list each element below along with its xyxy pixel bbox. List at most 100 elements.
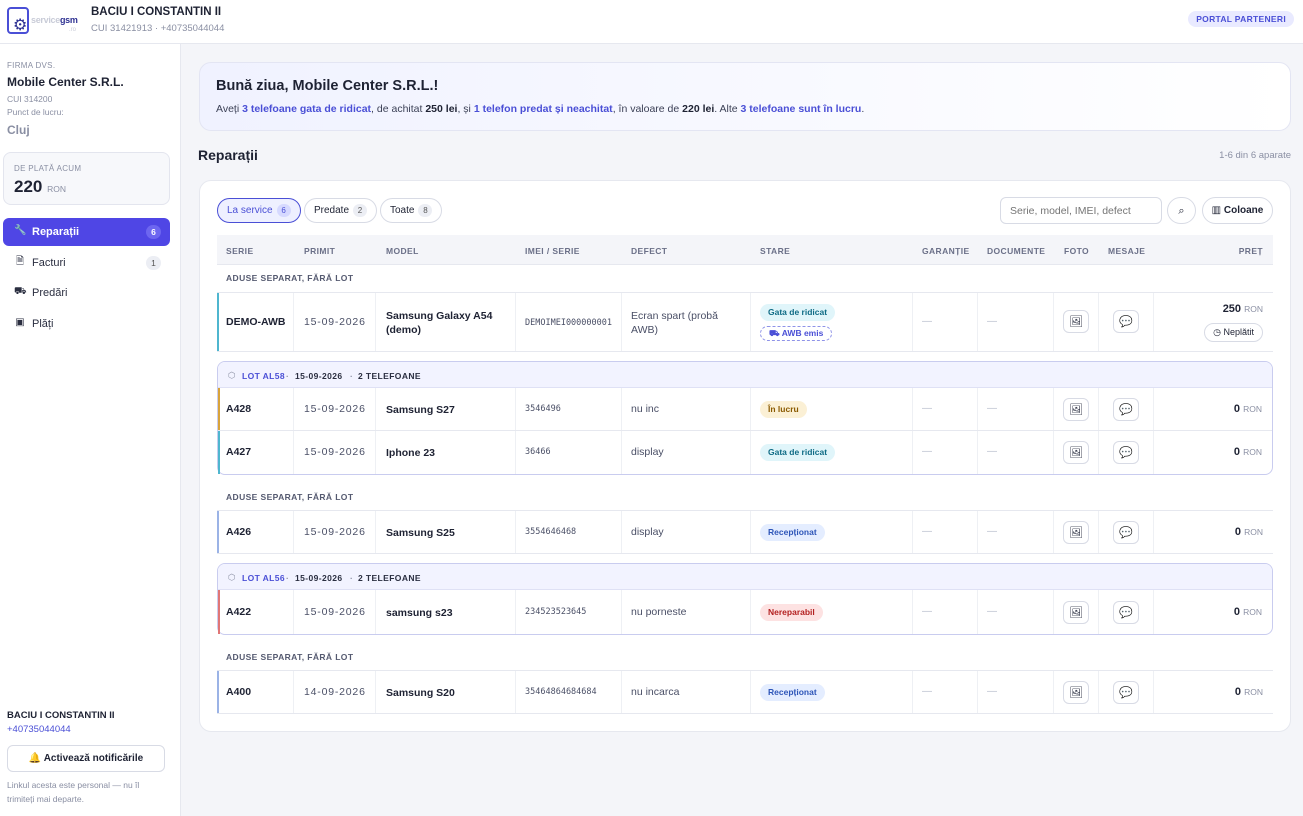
col-pret[interactable]: PREȚ xyxy=(1239,246,1263,256)
received-date: 15-09-2026 xyxy=(304,606,366,618)
separate-group-label: ADUSE SEPARAT, FĂRĂ LOT xyxy=(226,492,354,502)
image-icon: 🖼 xyxy=(1069,686,1083,699)
table-row[interactable]: DEMO-AWB 15-09-2026 Samsung Galaxy A54 (… xyxy=(217,292,1273,352)
image-icon: 🖼 xyxy=(1069,526,1083,539)
unpaid-badge[interactable]: ◷ Neplătit xyxy=(1204,323,1263,342)
amount-due-value: 220 RON xyxy=(14,177,66,196)
documents: — xyxy=(987,316,997,327)
col-documente[interactable]: DOCUMENTE xyxy=(987,246,1045,256)
nav-item-plati[interactable]: ▣ Plăți xyxy=(3,310,170,338)
search-input[interactable] xyxy=(1000,197,1162,224)
nav-item-predari[interactable]: ⛟ Predări xyxy=(3,279,170,307)
truck-icon: ⛟ xyxy=(769,329,780,339)
photo-button[interactable]: 🖼 xyxy=(1063,441,1089,464)
table-row[interactable]: A422 15-09-2026 samsung s23 234523523645… xyxy=(218,590,1272,634)
warranty: — xyxy=(922,686,932,697)
defect: Ecran spart (probă AWB) xyxy=(631,310,718,336)
invoice-icon: 🗎 xyxy=(15,256,25,267)
nav-label: Plăți xyxy=(32,318,54,330)
messages-button[interactable]: 💬 xyxy=(1113,398,1139,421)
firm-label: FIRMA DVS. xyxy=(7,61,56,70)
in-progress-link[interactable]: 3 telefoane sunt în lucru xyxy=(741,103,862,115)
photo-button[interactable]: 🖼 xyxy=(1063,601,1089,624)
box-icon: ⬡ xyxy=(228,573,236,583)
tab-la-service[interactable]: La service 6 xyxy=(217,198,301,223)
col-foto[interactable]: FOTO xyxy=(1064,246,1089,256)
col-mesaje[interactable]: MESAJE xyxy=(1108,246,1145,256)
warranty: — xyxy=(922,606,932,617)
photo-button[interactable]: 🖼 xyxy=(1063,398,1089,421)
partner-details: CUI 31421913 · +40735044044 xyxy=(91,23,225,34)
col-garantie[interactable]: GARANȚIE xyxy=(922,246,970,256)
status-bar xyxy=(218,590,220,634)
defect: nu inc xyxy=(631,403,660,415)
messages-button[interactable]: 💬 xyxy=(1113,601,1139,624)
lot-count: 2 TELEFOANE xyxy=(358,573,421,583)
col-model[interactable]: MODEL xyxy=(386,246,419,256)
col-defect[interactable]: DEFECT xyxy=(631,246,667,256)
col-primit[interactable]: PRIMIT xyxy=(304,246,335,256)
photo-button[interactable]: 🖼 xyxy=(1063,681,1089,704)
serie[interactable]: A422 xyxy=(226,606,251,618)
documents: — xyxy=(987,403,997,414)
price: 0 RON xyxy=(1233,446,1262,458)
image-icon: 🖼 xyxy=(1069,403,1083,416)
col-serie[interactable]: SERIE xyxy=(226,246,254,256)
documents: — xyxy=(987,606,997,617)
messages-button[interactable]: 💬 xyxy=(1113,310,1139,333)
price: 250 RON xyxy=(1222,303,1263,315)
serie[interactable]: A426 xyxy=(226,526,251,538)
search-icon: ⌕ xyxy=(1178,204,1185,217)
documents: — xyxy=(987,686,997,697)
serie[interactable]: DEMO-AWB xyxy=(226,316,286,328)
table-row[interactable]: A400 14-09-2026 Samsung S20 354648646846… xyxy=(217,670,1273,714)
clock-icon: ◷ xyxy=(1213,328,1221,338)
model: Samsung Galaxy A54 (demo) xyxy=(386,310,493,336)
imei: 234523523645 xyxy=(525,607,587,617)
lot-header[interactable]: ⬡ LOT AL58 · 15-09-2026 · 2 TELEFOANE xyxy=(218,362,1272,388)
logo[interactable]: ⚙ servicegsm .ro xyxy=(7,7,81,35)
photo-button[interactable]: 🖼 xyxy=(1063,310,1089,333)
lot-header[interactable]: ⬡ LOT AL56 · 15-09-2026 · 2 TELEFOANE xyxy=(218,564,1272,590)
chat-icon: 💬 xyxy=(1119,446,1133,459)
messages-button[interactable]: 💬 xyxy=(1113,681,1139,704)
ready-link[interactable]: 3 telefoane gata de ridicat xyxy=(242,103,371,115)
columns-button[interactable]: ▥ Coloane xyxy=(1202,197,1273,224)
documents: — xyxy=(987,446,997,457)
lot-id: LOT AL56 xyxy=(242,573,286,583)
status-bar xyxy=(217,671,219,713)
nav-label: Facturi xyxy=(32,257,66,269)
chat-icon: 💬 xyxy=(1119,315,1133,328)
messages-button[interactable]: 💬 xyxy=(1113,441,1139,464)
lot-date: 15-09-2026 xyxy=(295,371,343,381)
serie[interactable]: A400 xyxy=(226,686,251,698)
table-row[interactable]: A426 15-09-2026 Samsung S25 3554646468 d… xyxy=(217,510,1273,554)
tab-toate[interactable]: Toate 8 xyxy=(380,198,443,223)
status-badge: În lucru xyxy=(760,401,807,418)
nav-item-facturi[interactable]: 🗎 Facturi 1 xyxy=(3,249,170,277)
nav-label: Predări xyxy=(32,287,68,299)
status-badge: Recepționat xyxy=(760,684,825,701)
company-name: Mobile Center S.R.L. xyxy=(7,75,124,89)
truck-icon: ⛟ xyxy=(14,286,27,297)
lot-sep: · xyxy=(350,371,354,381)
search-button[interactable]: ⌕ xyxy=(1167,197,1196,224)
photo-button[interactable]: 🖼 xyxy=(1063,521,1089,544)
enable-notifications-button[interactable]: 🔔 Activează notificările xyxy=(7,745,165,772)
unpaid-link[interactable]: 1 telefon predat și neachitat xyxy=(474,103,613,115)
nav-item-reparatii[interactable]: 🔧 Reparații 6 xyxy=(3,218,170,246)
table-row[interactable]: A428 15-09-2026 Samsung S27 3546496 nu i… xyxy=(218,388,1272,431)
status-bar xyxy=(217,511,219,553)
table-row[interactable]: A427 15-09-2026 Iphone 23 36466 display … xyxy=(218,431,1272,474)
col-stare[interactable]: STARE xyxy=(760,246,790,256)
status-bar xyxy=(217,293,219,351)
tab-predate[interactable]: Predate 2 xyxy=(304,198,378,223)
lot-sep: · xyxy=(286,573,290,583)
messages-button[interactable]: 💬 xyxy=(1113,521,1139,544)
amount-due-card: DE PLATĂ ACUM 220 RON xyxy=(3,152,170,205)
serie[interactable]: A427 xyxy=(226,446,251,458)
awb-badge[interactable]: ⛟ AWB emis xyxy=(760,326,833,341)
serie[interactable]: A428 xyxy=(226,403,251,415)
col-imei[interactable]: IMEI / SERIE xyxy=(525,246,580,256)
user-phone[interactable]: +40735044044 xyxy=(7,724,71,735)
